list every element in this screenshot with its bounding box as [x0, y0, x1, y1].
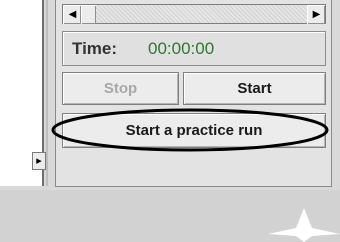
start-button[interactable]: Start: [183, 72, 326, 105]
stop-button[interactable]: Stop: [62, 72, 179, 105]
time-label: Time:: [72, 39, 118, 58]
scroll-thumb[interactable]: [81, 5, 96, 24]
time-value: 00:00:00: [148, 39, 215, 58]
pane-divider[interactable]: [46, 0, 48, 186]
star-decoration-icon: [268, 208, 340, 242]
highlight-ellipse: [51, 108, 329, 152]
scroll-track[interactable]: [81, 5, 307, 23]
scroll-right-arrow-icon[interactable]: ▶: [307, 5, 325, 24]
left-pane-expand-arrow[interactable]: ▸: [32, 152, 46, 170]
time-display: Time: 00:00:00: [62, 31, 326, 66]
horizontal-scrollbar[interactable]: ◀ ▶: [62, 4, 326, 24]
scroll-left-arrow-icon[interactable]: ◀: [63, 5, 81, 24]
